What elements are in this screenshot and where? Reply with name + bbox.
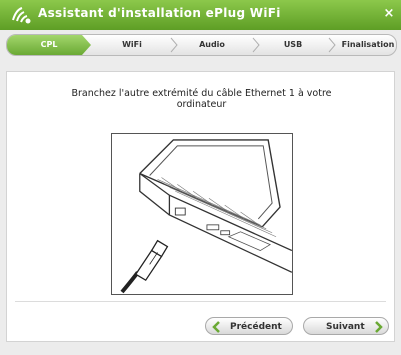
step-cpl: CPL [7,35,91,55]
installer-window: Assistant d'installation ePlug WiFi × CP… [0,0,401,355]
title-bar: Assistant d'installation ePlug WiFi × [0,0,401,30]
step-usb: USB [283,40,303,49]
previous-button-label: Précédent [230,322,282,332]
arrow-right-icon [375,321,383,333]
chevron-right-icon [252,37,260,53]
arrow-left-icon [212,321,220,333]
instruction-text: Branchez l'autre extrémité du câble Ethe… [71,88,332,110]
step-progress-bar: CPL WiFi Audio USB Finalisation [6,34,397,56]
window-title: Assistant d'installation ePlug WiFi [38,6,281,20]
step-audio: Audio [199,40,225,49]
close-icon[interactable]: × [381,6,397,22]
eplug-logo-icon [12,7,31,24]
laptop-ethernet-illustration [111,133,293,295]
next-button[interactable]: Suivant [303,317,389,335]
step-finalisation: Finalisation [341,40,395,49]
chevron-right-icon [170,37,178,53]
chevron-right-icon [328,37,336,53]
divider [15,301,386,302]
previous-button[interactable]: Précédent [205,317,293,335]
step-wifi: WiFi [122,40,142,49]
next-button-label: Suivant [326,322,365,332]
content-panel: Branchez l'autre extrémité du câble Ethe… [6,71,395,342]
